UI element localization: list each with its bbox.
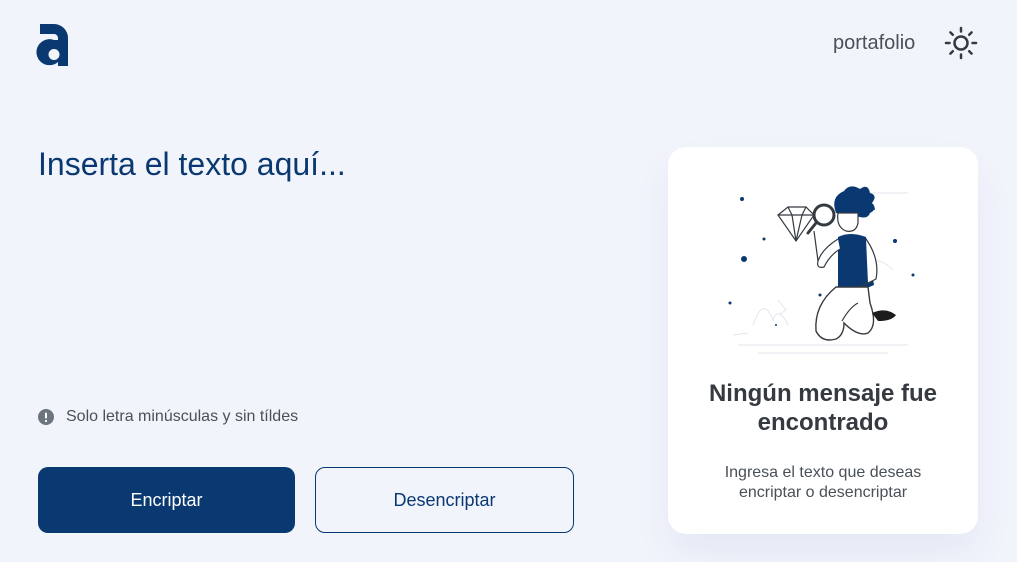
portfolio-link[interactable]: portafolio [833,31,915,55]
encrypt-button[interactable]: Encriptar [38,467,295,533]
person-searching-illustration [728,186,915,354]
result-card: Ningún mensaje fue encontrado Ingresa el… [668,147,978,534]
input-hint: Solo letra minúsculas y sin tíldes [38,407,298,427]
alura-logo-icon[interactable] [36,18,72,70]
sun-icon[interactable] [944,26,978,60]
info-circle-icon [38,409,54,425]
message-textarea[interactable] [38,146,598,376]
decrypt-button[interactable]: Desencriptar [315,467,574,533]
app-page: portafolio Solo letra minúsculas y sin t… [0,0,1017,562]
result-subtitle: Ingresa el texto que deseas encriptar o … [724,464,922,501]
hint-text: Solo letra minúsculas y sin tíldes [66,408,299,425]
result-title: Ningún mensaje fue encontrado [708,380,938,436]
